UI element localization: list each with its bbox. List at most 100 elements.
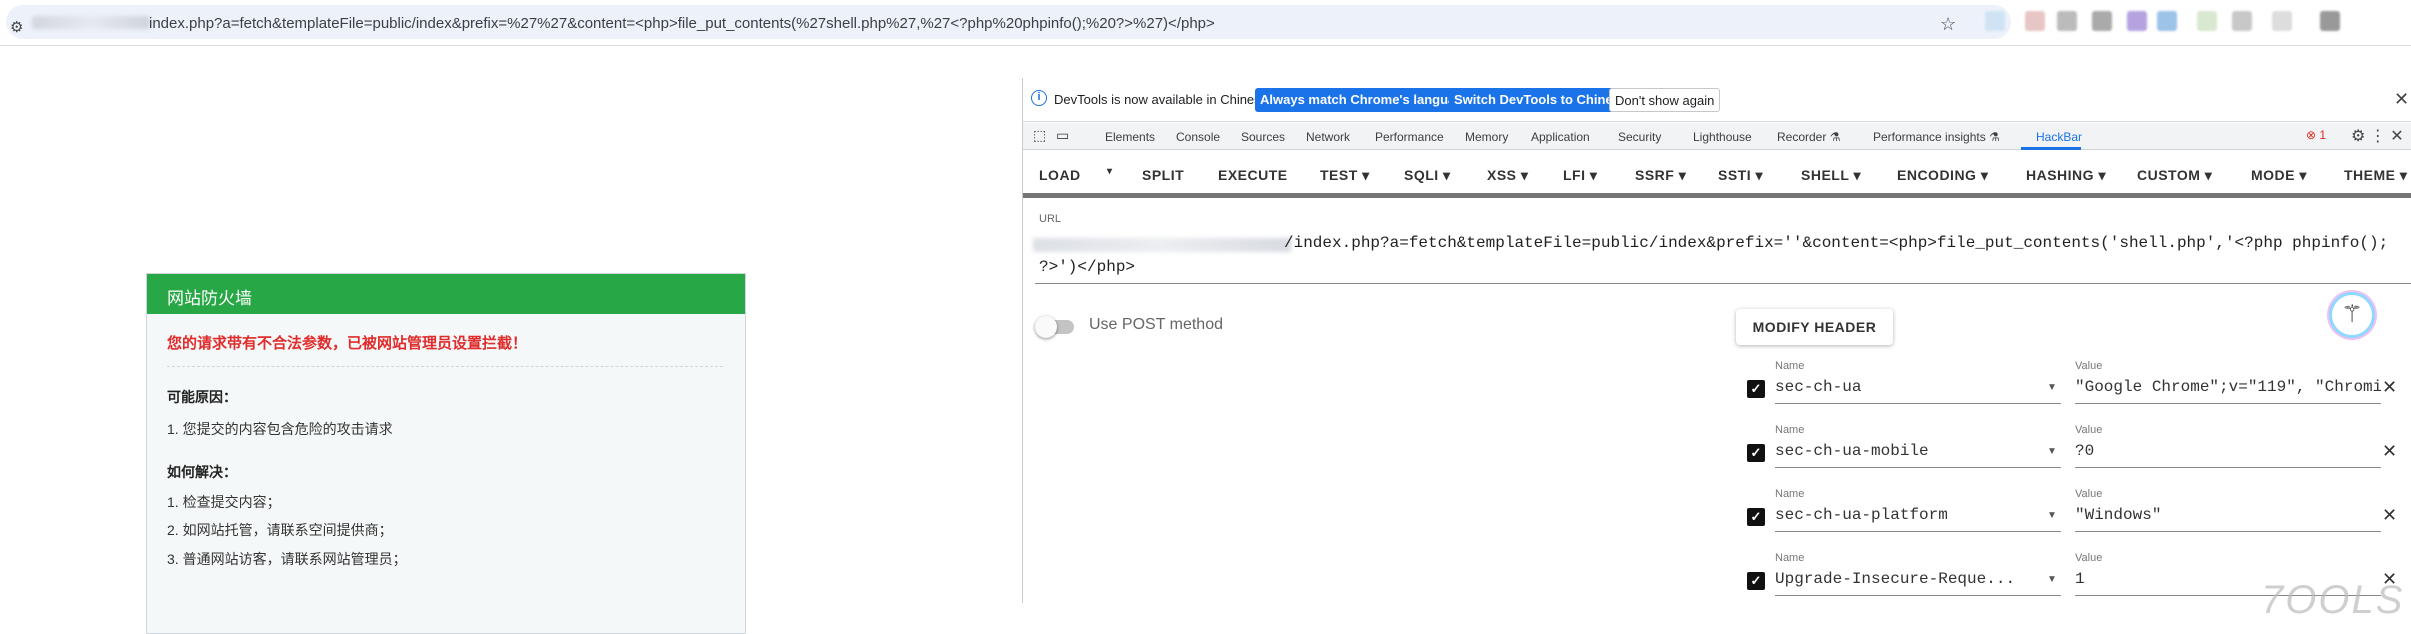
remove-header-icon[interactable]: ✕	[2382, 377, 2397, 398]
close-icon[interactable]: ✕	[2394, 89, 2409, 110]
tab-lighthouse[interactable]: Lighthouse	[1693, 130, 1752, 144]
error-count: 1	[2319, 128, 2327, 142]
tab-security[interactable]: Security	[1618, 130, 1661, 144]
solution-item: 2. 如网站托管，请联系空间提供商；	[167, 522, 393, 538]
url-label: URL	[1039, 213, 1062, 225]
checkbox[interactable]: ✓	[1747, 572, 1765, 590]
extension-icon[interactable]	[2025, 11, 2045, 31]
chevron-down-icon[interactable]: ▼	[2047, 574, 2057, 585]
site-settings-icon[interactable]: ⚙	[10, 18, 23, 36]
header-row: ✓ Name sec-ch-ua ▼ Value "Google Chrome"…	[1023, 360, 2411, 425]
extension-icon[interactable]	[2272, 11, 2292, 31]
extension-icon[interactable]	[2232, 11, 2252, 31]
extension-icon[interactable]	[2157, 11, 2177, 31]
page-viewport: 网站防火墙 您的请求带有不合法参数，已被网站管理员设置拦截！ 可能原因： 1. …	[0, 78, 1022, 634]
theme-menu[interactable]: THEME ▾	[2344, 167, 2407, 184]
chevron-down-icon[interactable]: ▼	[2047, 510, 2057, 521]
name-label: Name	[1775, 488, 1805, 500]
match-language-button[interactable]: Always match Chrome's language	[1255, 88, 1476, 112]
profile-avatar[interactable]	[2320, 11, 2340, 31]
waf-alert-text: 您的请求带有不合法参数，已被网站管理员设置拦截！	[167, 335, 528, 352]
toggle-knob[interactable]	[1035, 316, 1057, 338]
name-label: Name	[1775, 424, 1805, 436]
header-value-input[interactable]: ?0	[2075, 442, 2381, 468]
tab-performance[interactable]: Performance	[1375, 130, 1444, 144]
tab-performance-insights[interactable]: Performance insights ⚗	[1873, 130, 2000, 144]
device-toolbar-icon[interactable]: ▭	[1056, 127, 1069, 144]
execute-button[interactable]: EXECUTE	[1218, 167, 1288, 183]
settings-icon[interactable]: ⚙ ⋮ ✕	[2351, 126, 2404, 146]
checkbox[interactable]: ✓	[1747, 380, 1765, 398]
switch-language-button[interactable]: Switch DevTools to Chinese	[1449, 88, 1633, 112]
omnibox[interactable]: ⚙ index.php?a=fetch&templateFile=public/…	[6, 5, 2011, 39]
hackbar-url-input-cont[interactable]: ?>')</php>	[1039, 258, 1135, 276]
header-row: ✓ Name sec-ch-ua-platform ▼ Value "Windo…	[1023, 488, 2411, 553]
tab-network[interactable]: Network	[1306, 130, 1350, 144]
tab-recorder[interactable]: Recorder ⚗	[1777, 130, 1840, 144]
header-name-input[interactable]: sec-ch-ua-mobile	[1775, 442, 2061, 468]
tab-elements[interactable]: Elements	[1105, 130, 1155, 144]
value-label: Value	[2075, 424, 2103, 436]
header-row: ✓ Name Upgrade-Insecure-Reque... ▼ Value…	[1023, 552, 2411, 617]
split-button[interactable]: SPLIT	[1142, 167, 1184, 183]
shell-menu[interactable]: SHELL ▾	[1801, 167, 1861, 184]
solutions-heading: 如何解决：	[167, 464, 237, 480]
remove-header-icon[interactable]: ✕	[2382, 505, 2397, 526]
value-label: Value	[2075, 360, 2103, 372]
chevron-down-icon[interactable]: ▼	[2047, 382, 2057, 393]
tab-application[interactable]: Application	[1531, 130, 1590, 144]
tab-sources[interactable]: Sources	[1241, 130, 1285, 144]
value-label: Value	[2075, 488, 2103, 500]
header-value-input[interactable]: "Google Chrome";v="119", "Chromium";v="1…	[2075, 378, 2381, 404]
header-value-input[interactable]: "Windows"	[2075, 506, 2381, 532]
bookmark-star-icon[interactable]: ☆	[1940, 14, 1956, 35]
modify-header-button[interactable]: MODIFY HEADER	[1736, 309, 1893, 345]
info-icon: i	[1031, 90, 1047, 106]
load-button[interactable]: LOAD	[1039, 167, 1081, 183]
checkbox[interactable]: ✓	[1747, 508, 1765, 526]
solution-item: 3. 普通网站访客，请联系网站管理员；	[167, 551, 407, 567]
inspect-icon[interactable]: ⬚	[1033, 127, 1046, 144]
mode-menu[interactable]: MODE ▾	[2251, 167, 2307, 184]
extension-logo-icon[interactable]: ⚚	[2329, 292, 2375, 338]
xss-menu[interactable]: XSS ▾	[1487, 167, 1528, 184]
tab-hackbar[interactable]: HackBar	[2036, 130, 2082, 144]
tab-memory[interactable]: Memory	[1465, 130, 1508, 144]
chevron-down-icon[interactable]: ▼	[2047, 446, 2057, 457]
post-method-label: Use POST method	[1089, 316, 1223, 333]
waf-title: 网站防火墙	[147, 274, 745, 314]
load-dropdown-icon[interactable]: ▾	[1107, 166, 1113, 177]
extension-icon[interactable]	[2127, 11, 2147, 31]
dont-show-again-button[interactable]: Don't show again	[1609, 88, 1721, 112]
language-infobar: i DevTools is now available in Chinese! …	[1023, 78, 2411, 122]
lfi-menu[interactable]: LFI ▾	[1563, 167, 1597, 184]
hackbar-url-input[interactable]: /index.php?a=fetch&templateFile=public/i…	[1284, 234, 2388, 252]
extension-icon[interactable]	[2197, 11, 2217, 31]
header-name-input[interactable]: sec-ch-ua	[1775, 378, 2061, 404]
value-label: Value	[2075, 552, 2103, 564]
error-count-badge[interactable]: ⊗ 1	[2306, 128, 2326, 142]
checkbox[interactable]: ✓	[1747, 444, 1765, 462]
tab-console[interactable]: Console	[1176, 130, 1220, 144]
extension-icon[interactable]	[2057, 11, 2077, 31]
test-menu[interactable]: TEST ▾	[1320, 167, 1370, 184]
devtools-panel: i DevTools is now available in Chinese! …	[1022, 78, 2411, 622]
header-name-input[interactable]: Upgrade-Insecure-Reque...	[1775, 570, 2061, 596]
encoding-menu[interactable]: ENCODING ▾	[1897, 167, 1988, 184]
header-row: ✓ Name sec-ch-ua-mobile ▼ Value ?0 ✕	[1023, 424, 2411, 489]
url-text[interactable]: index.php?a=fetch&templateFile=public/in…	[149, 15, 1215, 32]
hackbar-toolbar: LOAD ▾ SPLIT EXECUTE TEST ▾ SQLI ▾ XSS ▾…	[1023, 150, 2411, 198]
devtools-tabbar: ⬚ ▭ Elements Console Sources Network Per…	[1023, 123, 2411, 150]
divider	[167, 366, 723, 367]
sqli-menu[interactable]: SQLI ▾	[1404, 167, 1451, 184]
hashing-menu[interactable]: HASHING ▾	[2026, 167, 2106, 184]
extension-icon[interactable]	[1985, 11, 2005, 31]
ssrf-menu[interactable]: SSRF ▾	[1635, 167, 1686, 184]
ssti-menu[interactable]: SSTI ▾	[1718, 167, 1763, 184]
extension-icon[interactable]	[2092, 11, 2112, 31]
url-host-redacted	[32, 16, 150, 29]
header-name-input[interactable]: sec-ch-ua-platform	[1775, 506, 2061, 532]
custom-menu[interactable]: CUSTOM ▾	[2137, 167, 2212, 184]
solution-item: 1. 检查提交内容；	[167, 494, 281, 510]
remove-header-icon[interactable]: ✕	[2382, 441, 2397, 462]
